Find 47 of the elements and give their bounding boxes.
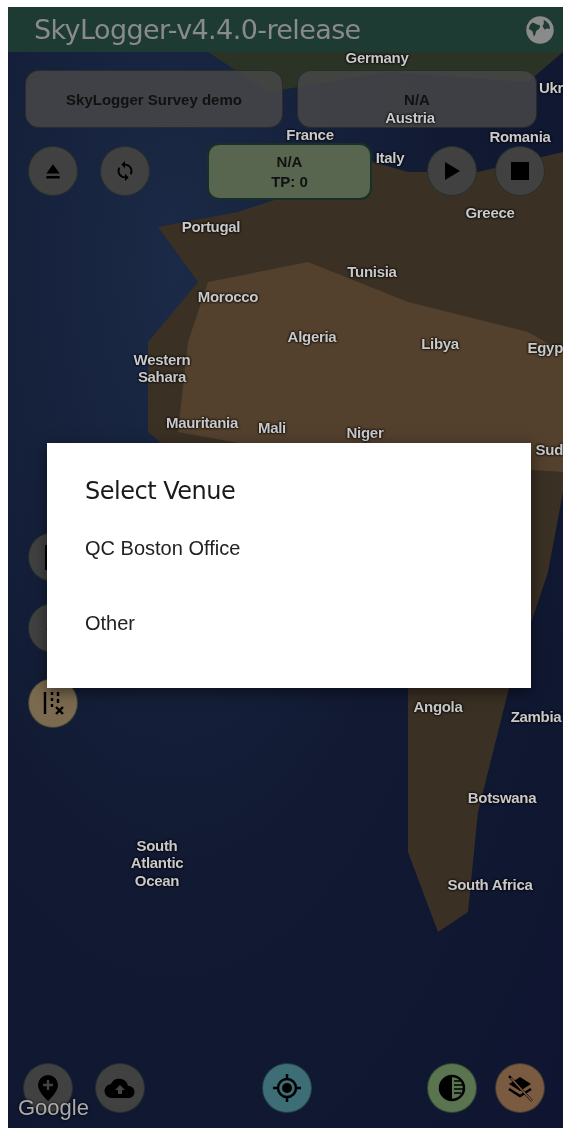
map-attribution: Google (18, 1095, 89, 1121)
eject-button[interactable] (28, 146, 78, 196)
cloud-upload-icon (104, 1077, 136, 1099)
map-label: Ukr (538, 79, 563, 97)
layers-off-icon (505, 1073, 535, 1103)
map-label: Botswana (467, 789, 537, 807)
map-label: Zambia (510, 708, 562, 726)
venue-option[interactable]: QC Boston Office (47, 529, 531, 604)
stop-icon (511, 162, 529, 180)
sync-button[interactable] (100, 146, 150, 196)
globe-icon[interactable] (525, 14, 555, 45)
map-label: Mali (258, 419, 286, 437)
status-text: N/A (276, 152, 303, 172)
map-label: Algeria (287, 328, 337, 346)
dialog-title: Select Venue (85, 477, 237, 505)
map-label: Portugal (181, 218, 241, 236)
map-label: South Africa (447, 876, 533, 894)
contrast-button[interactable] (427, 1063, 477, 1113)
play-button[interactable] (427, 146, 477, 196)
map-label: France (286, 126, 334, 144)
status-text: TP: 0 (271, 171, 308, 191)
map-label: Egyp (527, 339, 563, 357)
map-label: Tunisia (347, 263, 397, 281)
map-label: Western Sahara (133, 350, 191, 386)
map-label: Austria (385, 109, 435, 127)
map-label: Germany (345, 49, 409, 67)
map-label: Mauritania (166, 414, 238, 432)
layers-off-button[interactable] (495, 1063, 545, 1113)
app-title: SkyLogger-v4.4.0-release (34, 14, 361, 45)
map-label: Sud (535, 441, 563, 459)
upload-button[interactable] (95, 1063, 145, 1113)
map-label: Libya (421, 335, 459, 353)
map-label: Morocco (197, 288, 259, 306)
locate-button[interactable] (262, 1063, 312, 1113)
target-icon (271, 1072, 303, 1104)
columns-remove-icon (41, 690, 65, 716)
contrast-icon (437, 1073, 467, 1103)
map-label: South Atlantic Ocean (130, 837, 184, 889)
map-label: Niger (346, 424, 384, 442)
map-label: Italy (375, 149, 405, 167)
play-icon (443, 161, 461, 181)
map-label: Romania (489, 128, 551, 146)
map-label: Greece (465, 204, 515, 222)
stop-button[interactable] (495, 146, 545, 196)
venue-option[interactable]: Other (47, 604, 531, 679)
map-label: Angola (413, 698, 463, 716)
satellite-map[interactable] (8, 52, 563, 1128)
